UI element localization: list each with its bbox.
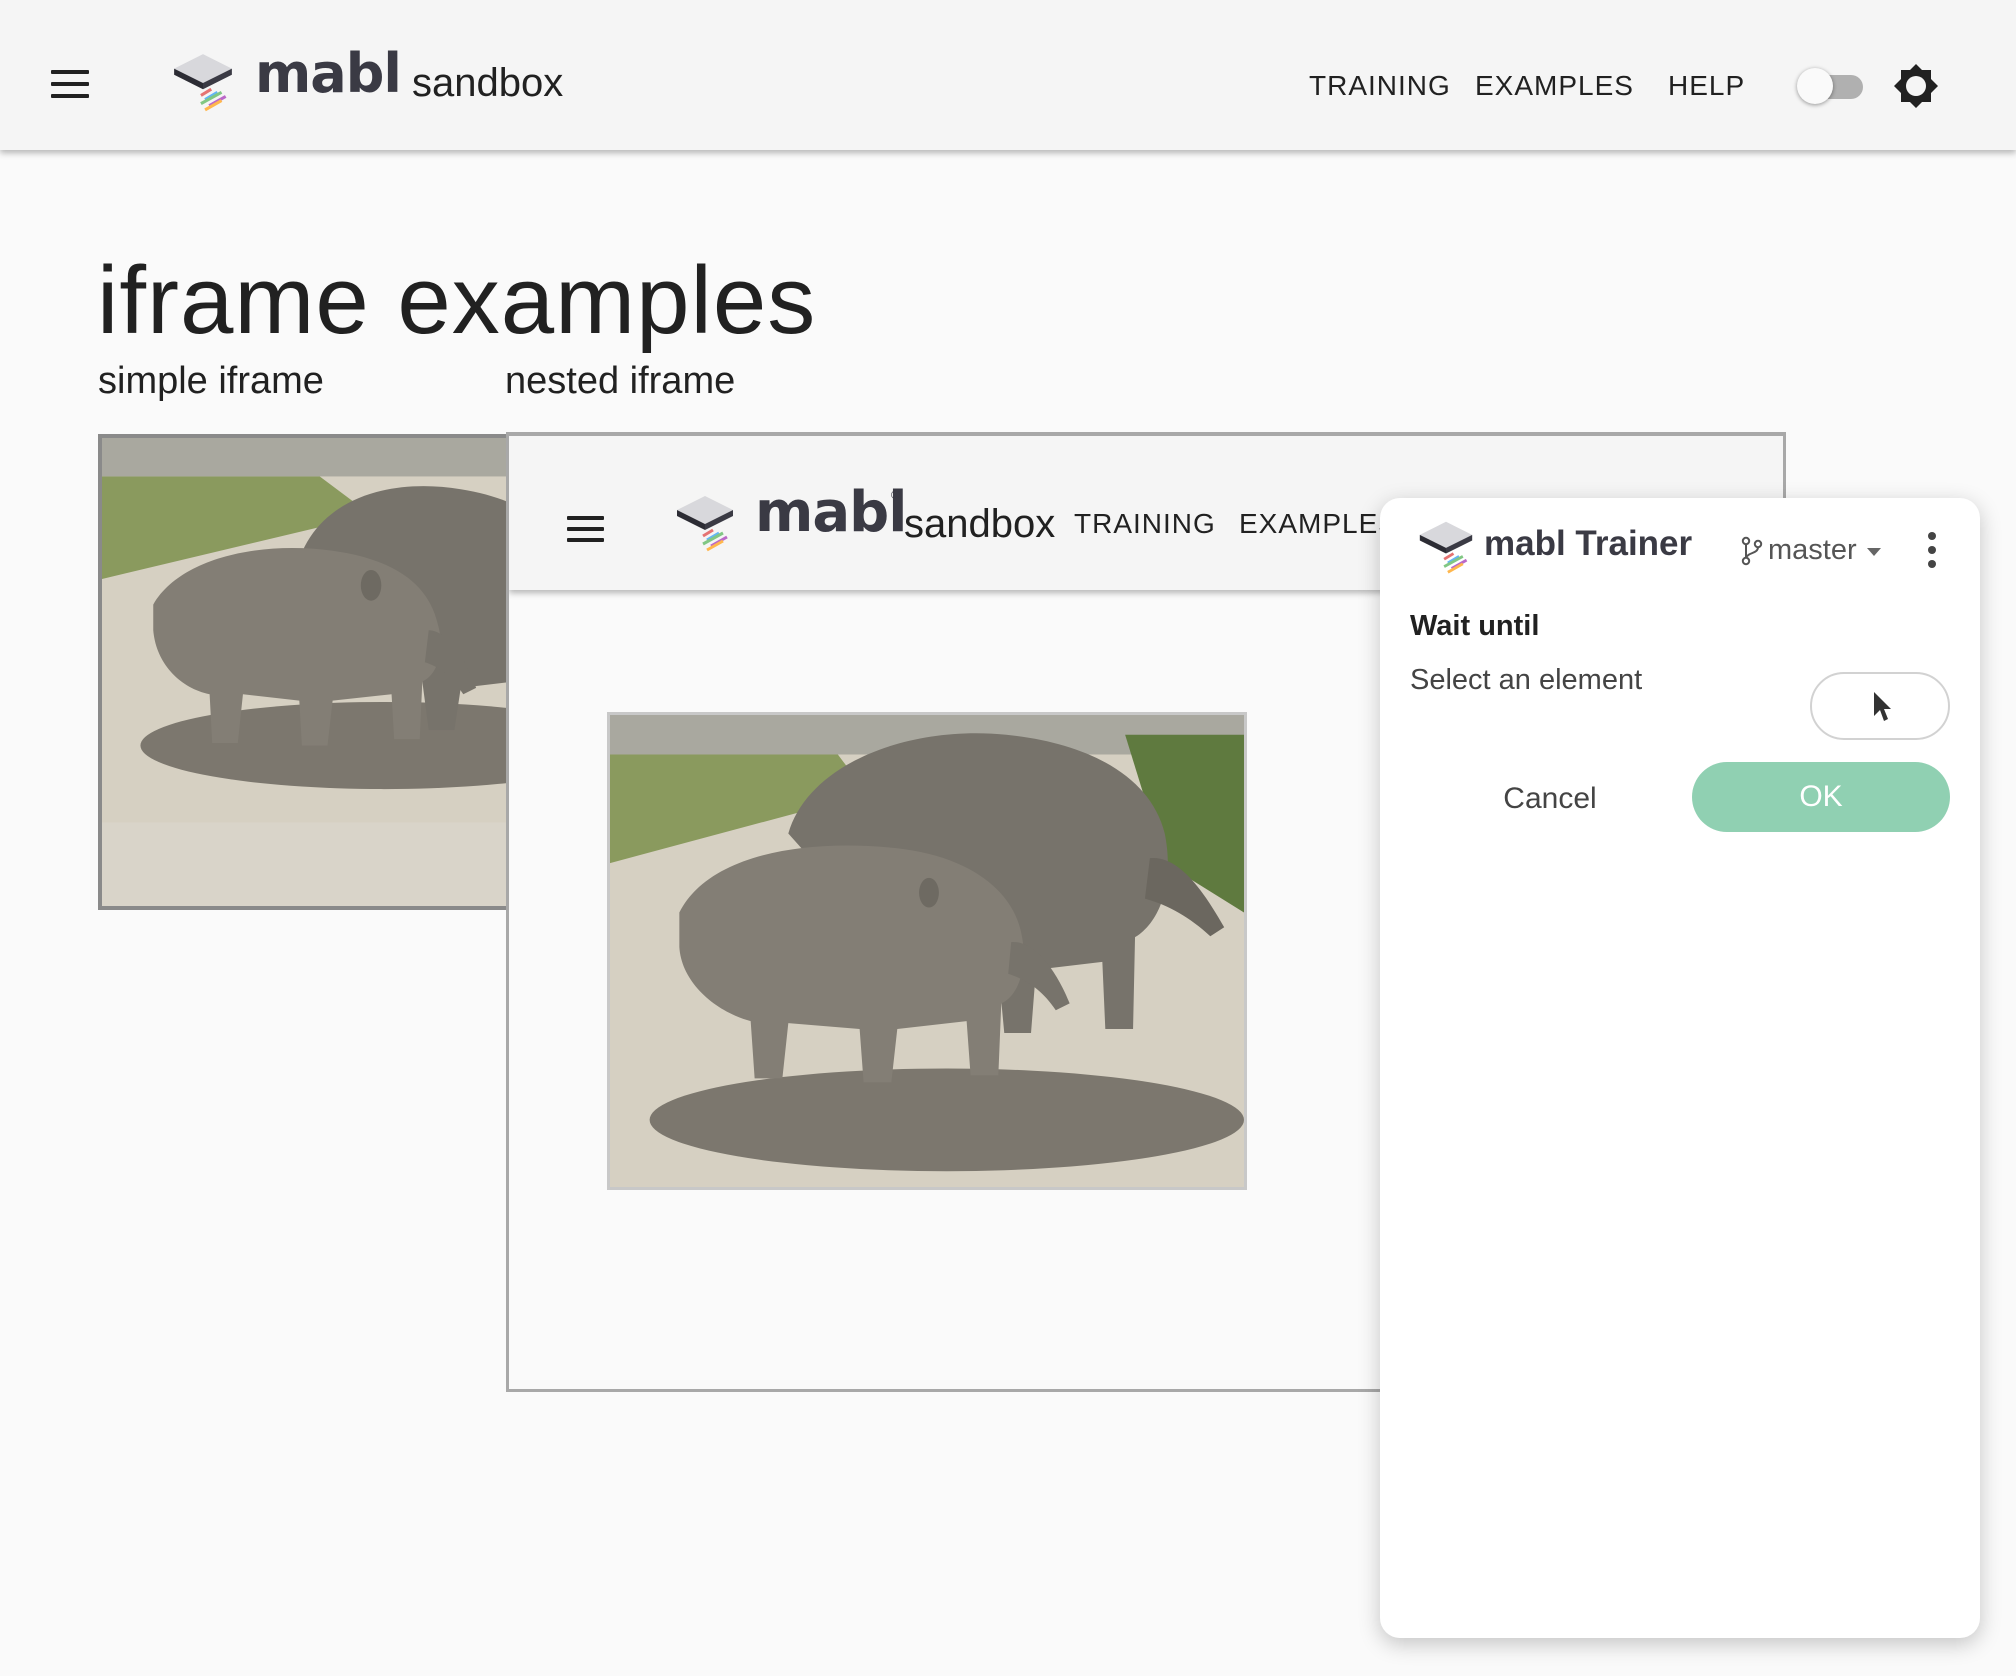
nav-help[interactable]: HELP	[1668, 70, 1745, 102]
mabl-trainer-panel: mabl Trainer master Wait until Select an…	[1380, 498, 1980, 1638]
step-title: Wait until	[1410, 610, 1540, 642]
element-picker-button[interactable]	[1810, 672, 1950, 740]
rhino-photo-large	[610, 715, 1244, 1187]
nested-mabl-logo-icon[interactable]	[673, 492, 737, 554]
trainer-logo-icon	[1418, 520, 1474, 574]
gear-icon[interactable]	[1892, 62, 1940, 110]
nested-brand-name[interactable]: mabl	[755, 480, 907, 545]
mabl-logo-icon[interactable]	[170, 50, 236, 114]
kebab-icon[interactable]	[1926, 532, 1938, 568]
select-element-prompt: Select an element	[1410, 664, 1643, 696]
branch-name: master	[1768, 534, 1857, 566]
nested-nav-training[interactable]: TRAINING	[1074, 508, 1216, 540]
nested-iframe-label: nested iframe	[505, 360, 736, 402]
simple-iframe-label: simple iframe	[98, 360, 324, 402]
git-branch-icon	[1741, 536, 1763, 565]
branch-selector[interactable]: master	[1740, 534, 1881, 567]
nav-examples[interactable]: EXAMPLES	[1475, 70, 1634, 102]
hamburger-menu-icon[interactable]	[51, 70, 89, 98]
product-name[interactable]: sandbox	[412, 61, 563, 106]
cancel-button[interactable]: Cancel	[1470, 764, 1630, 834]
ok-button[interactable]: OK	[1692, 762, 1950, 832]
toggle-thumb	[1797, 68, 1833, 104]
rhino-photo	[102, 438, 508, 823]
brand-registered-mark: ®	[388, 52, 397, 66]
page-title: iframe examples	[97, 247, 817, 354]
nested-hamburger-menu-icon[interactable]	[567, 516, 604, 542]
app-bar: mabl ® sandbox TRAINING EXAMPLES HELP	[0, 0, 2016, 150]
nested-rhino-image	[607, 712, 1247, 1190]
nested-product-name[interactable]: sandbox	[904, 502, 1055, 547]
nav-training[interactable]: TRAINING	[1309, 70, 1451, 102]
trainer-title: mabl Trainer	[1484, 524, 1693, 563]
brand-name[interactable]: mabl	[255, 42, 402, 105]
nested-nav-examples[interactable]: EXAMPLES	[1239, 508, 1398, 540]
nested-brand-registered-mark: ®	[891, 488, 900, 502]
simple-iframe[interactable]	[98, 434, 508, 910]
chevron-down-icon	[1866, 547, 1881, 556]
cursor-icon	[1874, 692, 1891, 721]
theme-toggle[interactable]	[1797, 68, 1865, 104]
